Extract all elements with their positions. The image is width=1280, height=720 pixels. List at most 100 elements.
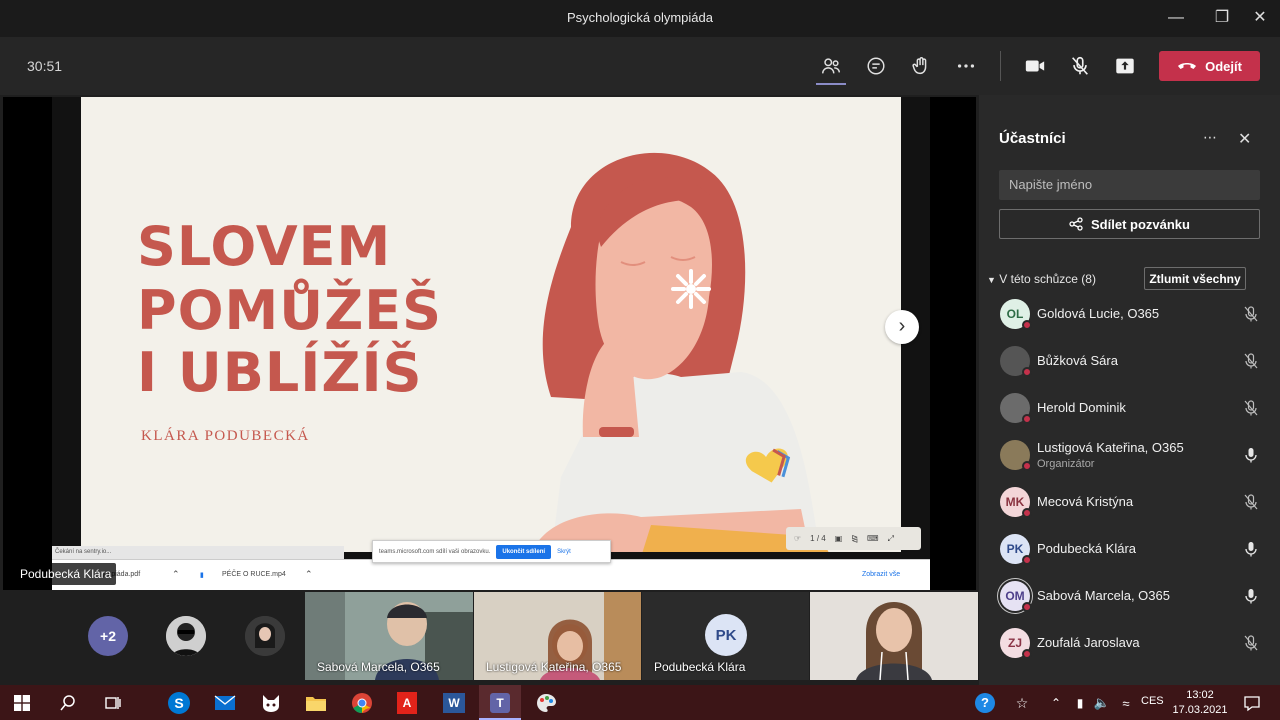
exit-fullscreen-icon[interactable]: ⤢ <box>888 534 894 544</box>
hand-icon <box>912 57 927 75</box>
chevron-up-icon[interactable]: ⌃ <box>305 569 313 580</box>
start-button[interactable] <box>8 689 36 717</box>
tile-name: Lustigová Kateřina, O365 <box>486 660 622 674</box>
chevron-down-icon: ▼ <box>987 275 996 285</box>
keyboard-icon[interactable]: ⌨ <box>867 534 879 543</box>
file-explorer-button[interactable] <box>302 689 330 717</box>
mail-button[interactable] <box>211 689 239 717</box>
meeting-toolbar: 30:51 Odejít <box>0 37 1280 95</box>
participant-row[interactable]: OL Goldová Lucie, O365 <box>979 292 1280 339</box>
participant-name: Herold Dominik <box>1037 400 1126 415</box>
mute-button[interactable] <box>1065 51 1095 81</box>
person-photo-icon <box>166 616 206 656</box>
active-tab-indicator <box>816 83 846 85</box>
share-invite-button[interactable]: Sdílet pozvánku <box>999 209 1260 239</box>
broadcast-icon[interactable]: ⧎ <box>851 534 858 543</box>
show-all-downloads[interactable]: Zobrazit vše <box>862 571 900 578</box>
skype-icon: S <box>168 692 190 714</box>
chevron-up-icon[interactable]: ⌃ <box>172 569 180 580</box>
panel-title: Účastníci <box>999 130 1066 147</box>
maximize-button[interactable]: ❐ <box>1208 6 1236 30</box>
word-icon: W <box>443 693 465 713</box>
participant-avatar[interactable] <box>166 616 206 656</box>
app-button[interactable] <box>257 689 285 717</box>
presence-busy-icon <box>1022 367 1032 377</box>
participant-row[interactable]: Herold Dominik <box>979 386 1280 433</box>
leave-button[interactable]: Odejít <box>1159 51 1260 81</box>
flower-icon <box>671 269 711 309</box>
video-tile[interactable] <box>810 592 978 680</box>
minimize-button[interactable]: — <box>1162 6 1190 30</box>
chrome-button[interactable] <box>348 689 376 717</box>
participant-row[interactable]: ZJ Zoufalá Jaroslava <box>979 621 1280 668</box>
microphone-icon <box>1242 540 1260 558</box>
search-button[interactable] <box>54 689 82 717</box>
shared-screen: SLOVEM POMŮŽEŠ I UBLÍŽÍŠ KLÁRA PODUBECKÁ <box>3 97 976 590</box>
download-item[interactable]: PÉČE O RUCE.mp4 <box>222 571 286 578</box>
presence-busy-icon <box>1022 649 1032 659</box>
participant-name: Mecová Kristýna <box>1037 494 1134 509</box>
participants-panel: Účastníci ⋯ ✕ Napište jméno Sdílet pozvá… <box>979 95 1280 685</box>
more-actions-button[interactable] <box>951 51 981 81</box>
meeting-section-header[interactable]: ▼ V této schůzce (8) <box>987 272 1096 286</box>
participant-row[interactable]: Lustigová Kateřina, O365 Organizátor <box>979 433 1280 480</box>
browser-status-url: Čekání na sentry.io... <box>52 546 344 559</box>
avatar: OL <box>1000 299 1032 330</box>
next-slide-button[interactable]: › <box>885 310 919 344</box>
participant-avatar[interactable] <box>245 616 285 656</box>
video-tile[interactable]: Lustigová Kateřina, O365 <box>474 592 641 680</box>
input-language[interactable]: CES <box>1141 695 1164 707</box>
camera-button[interactable] <box>1020 51 1050 81</box>
mute-all-button[interactable]: Ztlumit všechny <box>1144 267 1246 290</box>
notifications-button[interactable] <box>1238 689 1266 717</box>
participant-name: Goldová Lucie, O365 <box>1037 306 1160 321</box>
acrobat-button[interactable]: A <box>393 689 421 717</box>
paint-button[interactable] <box>532 689 560 717</box>
video-tile[interactable]: PK Podubecká Klára <box>642 592 809 680</box>
stop-sharing-button[interactable]: Ukončit sdílení <box>496 544 552 559</box>
participant-row[interactable]: OM Sabová Marcela, O365 <box>979 574 1280 621</box>
search-icon <box>60 695 75 711</box>
title-bar: Psychologická olympiáda — ❐ ✕ <box>0 0 1280 37</box>
folder-icon <box>306 697 326 711</box>
panel-more-icon[interactable]: ⋯ <box>1203 129 1218 146</box>
word-button[interactable]: W <box>440 689 468 717</box>
raise-hand-button[interactable] <box>906 51 936 81</box>
participant-search-input[interactable]: Napište jméno <box>999 170 1260 200</box>
hand-pointer-icon[interactable]: ☞ <box>794 534 801 543</box>
help-button[interactable]: ? <box>971 689 999 717</box>
microphone-off-icon <box>1242 305 1260 323</box>
wifi-icon[interactable]: ≈ <box>1112 689 1140 717</box>
chat-icon <box>867 57 885 75</box>
video-tile[interactable]: Sabová Marcela, O365 <box>305 592 473 680</box>
share-content-button[interactable] <box>1110 51 1140 81</box>
slide-title-line-2: POMŮŽEŠ <box>137 279 443 342</box>
participants-button[interactable] <box>816 51 846 81</box>
screen-share-notice: teams.microsoft.com sdílí vaši obrazovku… <box>372 540 611 563</box>
participant-name: Bůžková Sára <box>1037 353 1118 368</box>
hide-notice-button[interactable]: Skrýt <box>557 549 571 555</box>
skype-button[interactable]: S <box>165 689 193 717</box>
video-feed <box>810 592 978 680</box>
avatar: ZJ <box>1000 628 1032 659</box>
present-icon[interactable]: ▣ <box>835 534 843 543</box>
mail-icon <box>214 695 236 710</box>
presence-busy-icon <box>1022 555 1032 565</box>
hang-up-icon <box>1178 63 1197 69</box>
participant-row[interactable]: Bůžková Sára <box>979 339 1280 386</box>
clock[interactable]: 13:02 17.03.2021 <box>1170 688 1230 718</box>
teams-button[interactable]: T <box>479 685 521 720</box>
share-icon <box>1069 217 1083 231</box>
chat-button[interactable] <box>861 51 891 81</box>
participant-row[interactable]: PK Podubecká Klára <box>979 527 1280 574</box>
tile-name: Sabová Marcela, O365 <box>317 660 440 674</box>
close-icon[interactable]: ✕ <box>1238 129 1251 149</box>
task-view-button[interactable] <box>99 689 127 717</box>
participant-role: Organizátor <box>1037 458 1095 470</box>
microphone-off-icon <box>1242 352 1260 370</box>
participant-row[interactable]: MK Mecová Kristýna <box>979 480 1280 527</box>
people-tray-icon[interactable]: ☆ <box>1008 689 1036 717</box>
windows-taskbar: S A W T ? ☆ ⌃ ▮ 🔈 ≈ CES 13:02 17.03.2021 <box>0 685 1280 720</box>
close-window-button[interactable]: ✕ <box>1246 6 1274 30</box>
overflow-participants[interactable]: +2 <box>88 616 128 656</box>
